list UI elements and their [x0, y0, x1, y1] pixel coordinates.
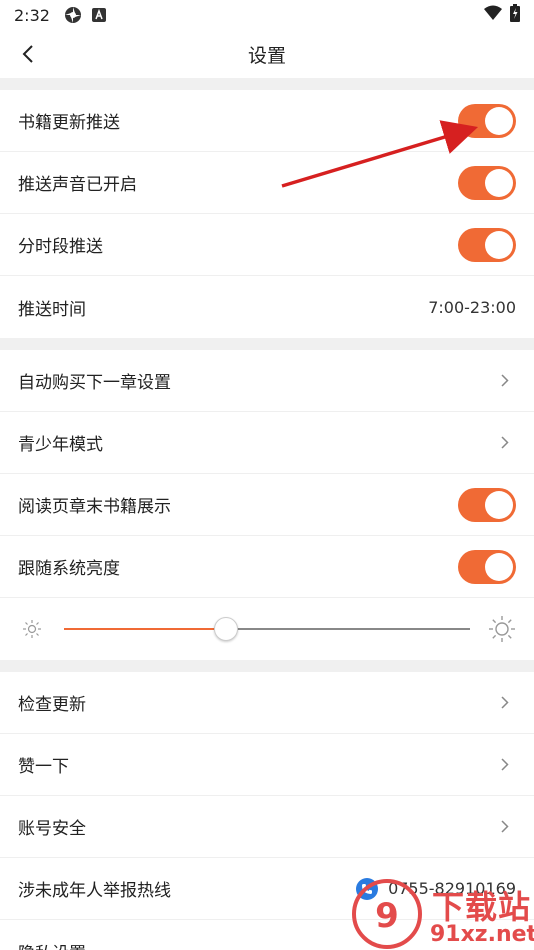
chevron-right-icon	[498, 696, 512, 710]
pinwheel-icon	[64, 6, 82, 24]
section-divider	[0, 78, 534, 90]
section-divider	[0, 660, 534, 672]
row-label: 赞一下	[18, 757, 69, 777]
row-label: 自动购买下一章设置	[18, 373, 171, 393]
status-bar: 2:32	[0, 0, 534, 30]
page-title: 设置	[247, 44, 286, 67]
row-label: 阅读页章末书籍展示	[18, 497, 171, 517]
watermark-logo-icon: 9	[352, 879, 422, 949]
row-label: 书籍更新推送	[18, 113, 120, 133]
section-divider	[0, 338, 534, 350]
row-check-update[interactable]: 检查更新	[0, 672, 534, 734]
row-book-update-push[interactable]: 书籍更新推送	[0, 90, 534, 152]
row-label: 分时段推送	[18, 237, 103, 257]
brightness-slider-handle[interactable]	[214, 617, 239, 641]
row-label: 推送时间	[18, 299, 86, 320]
row-label: 检查更新	[18, 695, 86, 715]
watermark-domain: 91xz.net	[430, 922, 534, 947]
push-settings-group: 书籍更新推送 推送声音已开启 分时段推送 推送时间 7:00-23:00	[0, 90, 534, 338]
timed-push-toggle[interactable]	[458, 227, 516, 262]
chevron-right-icon	[498, 436, 512, 450]
chapter-end-books-toggle[interactable]	[458, 487, 516, 522]
follow-system-brightness-toggle[interactable]	[458, 549, 516, 584]
row-account-security[interactable]: 账号安全	[0, 796, 534, 858]
chevron-left-icon	[22, 45, 33, 63]
svg-text:9: 9	[375, 896, 399, 936]
reading-settings-group: 自动购买下一章设置 青少年模式 阅读页章末书籍展示 跟随系统亮度	[0, 350, 534, 660]
back-button[interactable]	[16, 42, 40, 66]
brightness-slider[interactable]	[64, 617, 470, 641]
site-watermark: 9 下载站 91xz.net	[352, 878, 534, 950]
row-auto-buy-next[interactable]: 自动购买下一章设置	[0, 350, 534, 412]
push-time-value: 7:00-23:00	[428, 297, 516, 317]
row-label: 隐私设置	[18, 939, 86, 950]
row-like[interactable]: 赞一下	[0, 734, 534, 796]
nav-bar: 设置	[0, 30, 534, 78]
brightness-low-icon	[22, 619, 42, 643]
brightness-high-icon	[488, 615, 516, 647]
wifi-icon	[484, 5, 502, 25]
row-label: 推送声音已开启	[18, 175, 137, 195]
brightness-slider-fill	[64, 628, 227, 630]
push-sound-toggle[interactable]	[458, 165, 516, 200]
chevron-right-icon	[498, 374, 512, 388]
row-teen-mode[interactable]: 青少年模式	[0, 412, 534, 474]
row-timed-push[interactable]: 分时段推送	[0, 214, 534, 276]
book-update-push-toggle[interactable]	[458, 103, 516, 138]
row-label: 涉未成年人举报热线	[18, 881, 171, 901]
battery-icon	[510, 4, 520, 26]
row-push-sound[interactable]: 推送声音已开启	[0, 152, 534, 214]
row-label: 跟随系统亮度	[18, 559, 120, 579]
row-chapter-end-books[interactable]: 阅读页章末书籍展示	[0, 474, 534, 536]
chevron-right-icon	[498, 820, 512, 834]
status-time: 2:32	[14, 5, 50, 25]
row-push-time[interactable]: 推送时间 7:00-23:00	[0, 276, 534, 338]
chevron-right-icon	[498, 758, 512, 772]
row-label: 青少年模式	[18, 435, 103, 455]
row-label: 账号安全	[18, 819, 86, 839]
a-badge-icon	[91, 8, 106, 22]
row-follow-system-brightness[interactable]: 跟随系统亮度	[0, 536, 534, 598]
brightness-slider-row	[0, 598, 534, 660]
